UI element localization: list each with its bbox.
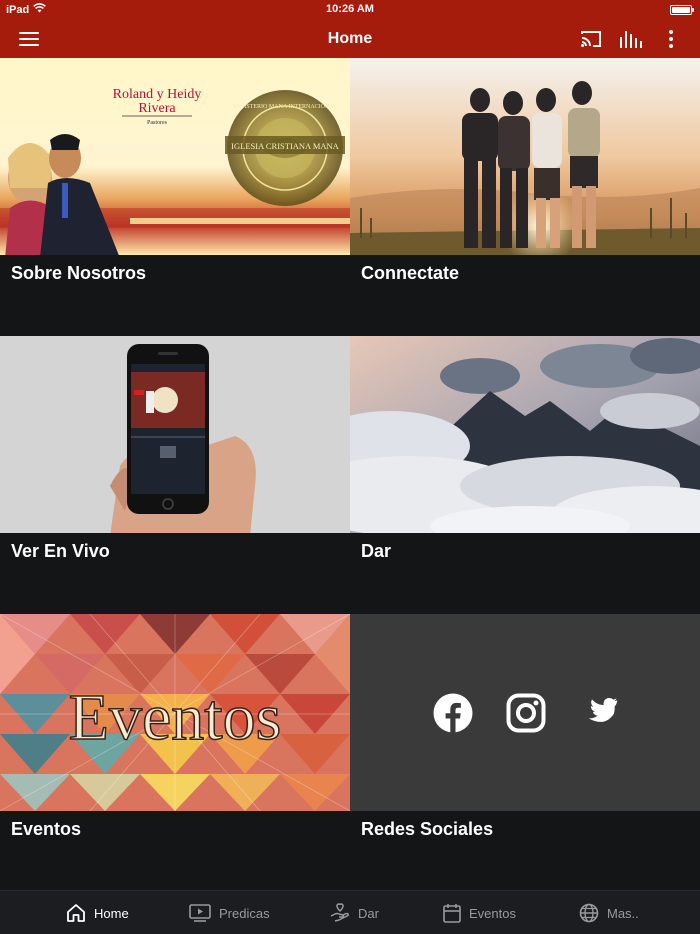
tile-connectate[interactable]: Connectate [350, 58, 700, 336]
battery-icon [670, 5, 694, 15]
eventos-banner-text: Eventos [69, 681, 282, 754]
calendar-icon [443, 904, 461, 923]
banner-names-line2: Rivera [138, 101, 176, 116]
twitter-icon[interactable] [578, 696, 618, 730]
more-vertical-icon [669, 30, 673, 48]
tab-home[interactable]: Home [66, 891, 129, 934]
tile-label: Sobre Nosotros [11, 263, 147, 283]
status-bar: iPad 10:26 AM [0, 0, 700, 20]
globe-icon [579, 903, 599, 923]
tab-label: Mas.. [607, 905, 639, 921]
pastors-banner-image: Roland y Heidy Rivera Pastores IGLESIA C… [0, 58, 350, 255]
tile-redes-sociales[interactable]: Redes Sociales [350, 614, 700, 892]
tab-mas[interactable]: Mas.. [579, 891, 639, 934]
tile-label: Redes Sociales [361, 819, 494, 839]
tile-label: Ver En Vivo [11, 541, 110, 561]
cast-button[interactable] [577, 26, 605, 52]
clouds-mountain-image [350, 336, 700, 533]
more-options-button[interactable] [657, 26, 685, 52]
cast-icon [581, 31, 601, 47]
tab-predicas[interactable]: Predicas [189, 891, 270, 934]
tile-label: Eventos [11, 819, 82, 839]
clock: 10:26 AM [326, 3, 374, 15]
instagram-icon[interactable] [506, 693, 546, 733]
tab-bar: Home Predicas Dar Eventos Mas.. [0, 890, 700, 934]
tab-label: Home [94, 905, 129, 921]
audio-button[interactable] [617, 26, 645, 52]
tile-sobre-nosotros[interactable]: Roland y Heidy Rivera Pastores IGLESIA C… [0, 58, 350, 336]
tile-ver-en-vivo[interactable]: Ver En Vivo [0, 336, 350, 614]
navigation-bar: Home [0, 20, 700, 58]
equalizer-icon [620, 31, 642, 48]
tile-dar[interactable]: Dar [350, 336, 700, 614]
video-icon [189, 904, 211, 922]
banner-names-line1: Roland y Heidy [113, 87, 202, 102]
facebook-icon[interactable] [433, 693, 473, 733]
tile-label: Dar [361, 541, 392, 561]
banner-seal-band: IGLESIA CRISTIANA MANA [231, 141, 340, 151]
banner-role: Pastores [147, 120, 168, 126]
give-icon [330, 903, 350, 922]
tab-dar[interactable]: Dar [330, 891, 379, 934]
home-icon [67, 904, 85, 922]
friends-sunset-image [350, 58, 700, 255]
tab-label: Eventos [469, 905, 516, 921]
tab-label: Predicas [219, 905, 270, 921]
social-panel [350, 614, 700, 811]
tile-eventos[interactable]: Eventos Eventos [0, 614, 350, 892]
phone-livestream-image [0, 336, 350, 533]
tile-label: Connectate [361, 263, 460, 283]
banner-seal-top: MINISTERIO MANA INTERNACIONAL [233, 104, 338, 110]
home-grid: Roland y Heidy Rivera Pastores IGLESIA C… [0, 58, 700, 892]
tab-eventos[interactable]: Eventos [443, 891, 516, 934]
tab-label: Dar [358, 905, 379, 921]
eventos-banner-image: Eventos [0, 614, 350, 811]
